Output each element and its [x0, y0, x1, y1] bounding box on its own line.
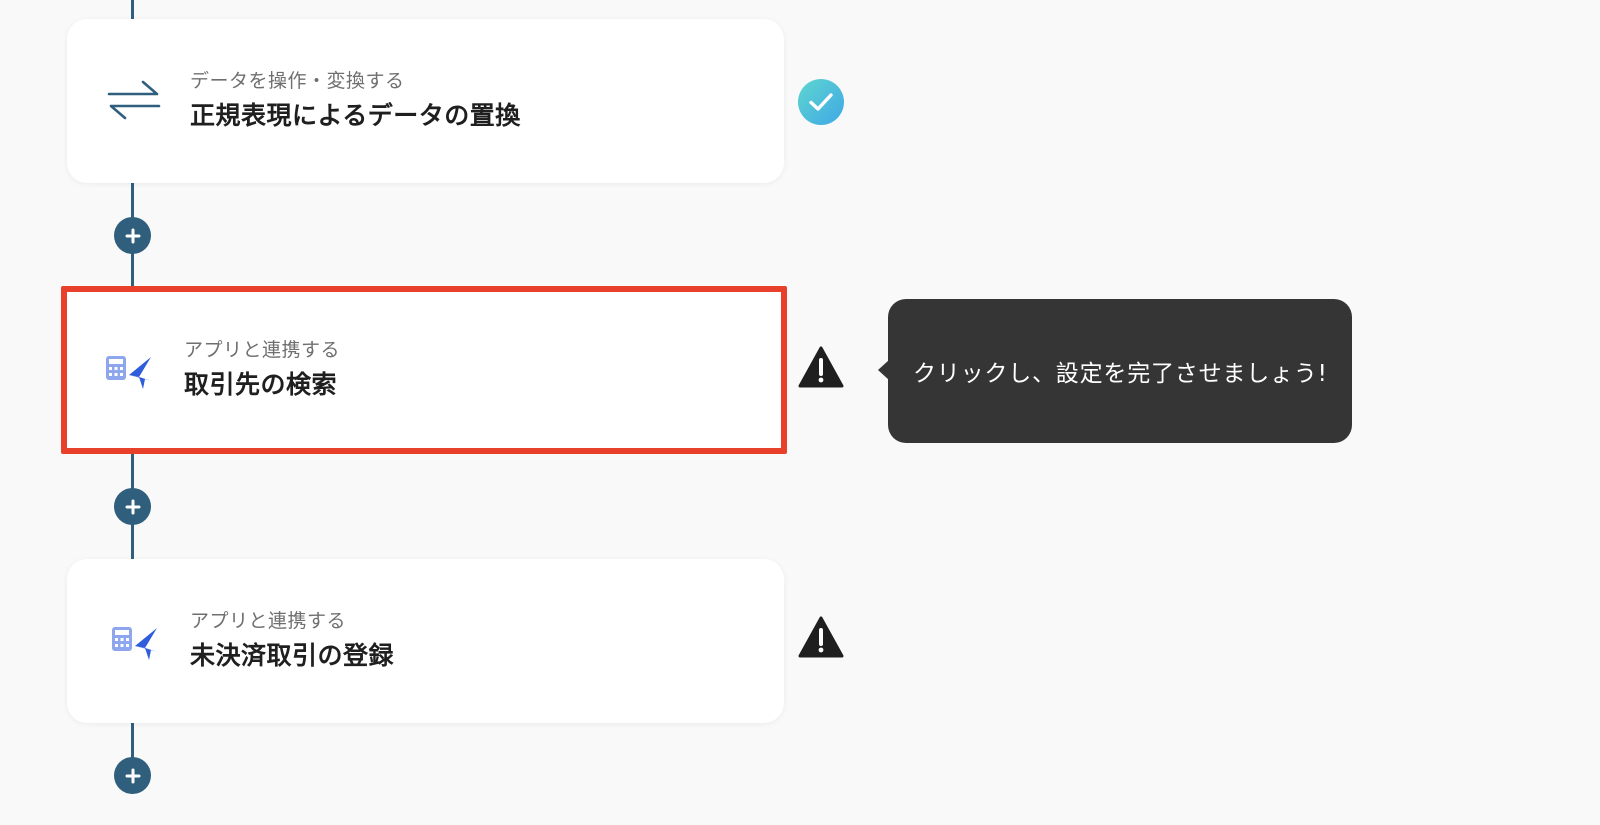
step-title: 正規表現によるデータの置換 [190, 101, 521, 130]
tooltip-text: クリックし、設定を完了させましょう! [913, 361, 1328, 387]
flow-step-card[interactable]: アプリと連携する 未決済取引の登録 [67, 559, 784, 723]
step-title: 取引先の検索 [184, 370, 338, 399]
flow-step-card-highlighted[interactable]: アプリと連携する 取引先の検索 [61, 286, 787, 454]
add-step-button[interactable] [114, 757, 151, 794]
add-step-button[interactable] [114, 488, 151, 525]
warning-icon [798, 346, 844, 388]
warning-icon [798, 616, 844, 658]
step-subtitle: データを操作・変換する [190, 70, 405, 92]
plus-icon [125, 499, 140, 514]
arrows-swap-icon [107, 80, 161, 120]
step-subtitle: アプリと連携する [190, 610, 347, 632]
plus-icon [125, 768, 140, 783]
add-step-button[interactable] [114, 217, 151, 254]
flow-step-card[interactable]: データを操作・変換する 正規表現によるデータの置換 [67, 19, 784, 183]
flow-connector-line [131, 0, 134, 20]
check-circle-icon [798, 79, 844, 125]
plus-icon [125, 228, 140, 243]
freee-accounting-app-icon [106, 356, 152, 389]
step-text: アプリと連携する 取引先の検索 [184, 337, 340, 403]
step-text: アプリと連携する 未決済取引の登録 [190, 608, 394, 674]
step-text: データを操作・変換する 正規表現によるデータの置換 [190, 68, 521, 134]
step-title: 未決済取引の登録 [190, 641, 395, 670]
hint-tooltip: クリックし、設定を完了させましょう! [878, 299, 1352, 443]
step-subtitle: アプリと連携する [184, 339, 341, 361]
freee-accounting-app-icon [112, 627, 158, 660]
